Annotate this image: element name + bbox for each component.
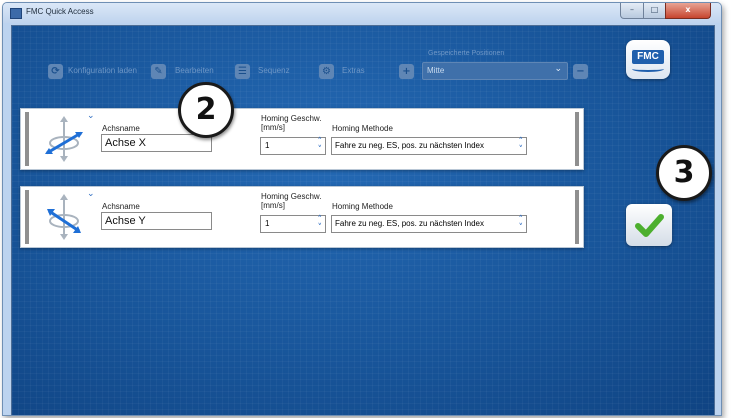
homing-method-label: Homing Methode [332, 124, 393, 133]
axis-chevron-down-icon[interactable]: ⌄ [87, 189, 95, 199]
main-panel: ⟳ Konfiguration laden ✎ Bearbeiten ☰ Seq… [11, 25, 715, 415]
expand-chevron-icon[interactable]: › [12, 131, 13, 144]
minimize-button[interactable]: – [620, 3, 644, 19]
axis-name-label: Achsname [102, 124, 140, 133]
updown-icon[interactable]: ˄ ˅ [519, 216, 524, 233]
maximize-button[interactable]: □ [643, 3, 666, 19]
axis-name-label: Achsname [102, 202, 140, 211]
homing-speed-value: 1 [265, 141, 270, 150]
expand-chevron-icon[interactable]: › [12, 209, 13, 222]
updown-icon[interactable]: ˄ ˅ [519, 138, 524, 155]
homing-speed-unit: [mm/s] [261, 201, 285, 210]
row-left-bar [25, 112, 29, 166]
pencil-icon[interactable]: ✎ [151, 64, 166, 79]
saved-positions-value: Mitte [427, 66, 445, 75]
homing-method-select[interactable]: Fahre zu neg. ES, pos. zu nächsten Index… [331, 137, 527, 155]
homing-speed-label: Homing Geschw. [261, 192, 322, 201]
toolbar: ⟳ Konfiguration laden ✎ Bearbeiten ☰ Seq… [12, 26, 612, 94]
window-title: FMC Quick Access [26, 7, 94, 16]
homing-method-value: Fahre zu neg. ES, pos. zu nächsten Index [335, 219, 484, 228]
app-window: FMC Quick Access – □ x ⟳ Konfiguration l… [2, 2, 722, 416]
refresh-icon[interactable]: ⟳ [48, 64, 63, 79]
homing-speed-stepper[interactable]: 1 ˄ ˅ [260, 215, 326, 233]
homing-method-label: Homing Methode [332, 202, 393, 211]
row-right-bar [575, 112, 579, 166]
updown-icon[interactable]: ˄ ˅ [318, 138, 323, 155]
edit-button[interactable]: Bearbeiten [175, 66, 214, 75]
row-left-bar [25, 190, 29, 244]
homing-method-value: Fahre zu neg. ES, pos. zu nächsten Index [335, 141, 484, 150]
homing-speed-stepper[interactable]: 1 ˄ ˅ [260, 137, 326, 155]
load-config-button[interactable]: Konfiguration laden [68, 66, 137, 75]
gear-icon[interactable]: ⚙ [319, 64, 334, 79]
homing-speed-label: Homing Geschw. [261, 114, 322, 123]
minus-icon[interactable]: − [573, 64, 588, 79]
saved-positions-label: Gespeicherte Positionen [428, 50, 505, 57]
homing-method-select[interactable]: Fahre zu neg. ES, pos. zu nächsten Index… [331, 215, 527, 233]
fmc-logo: FMC [626, 40, 670, 79]
row-right-bar [575, 190, 579, 244]
logo-swoosh [632, 66, 664, 72]
axis-x-icon[interactable] [39, 115, 89, 163]
saved-positions-select[interactable]: Mitte ⌄ [422, 62, 568, 80]
extras-button[interactable]: Extras [342, 66, 365, 75]
axis-y-icon[interactable] [39, 193, 89, 241]
axis-row-x: › ⌄ Achsname Achse X Homing Geschw. [mm/… [12, 108, 584, 170]
confirm-button[interactable] [626, 204, 672, 246]
plus-icon[interactable]: + [399, 64, 414, 79]
updown-icon[interactable]: ˄ ˅ [318, 216, 323, 233]
close-button[interactable]: x [665, 3, 711, 19]
sequence-button[interactable]: Sequenz [258, 66, 290, 75]
chevron-down-icon: ⌄ [554, 64, 562, 74]
homing-speed-unit: [mm/s] [261, 123, 285, 132]
axis-name-input[interactable]: Achse Y [101, 212, 212, 230]
app-icon [10, 8, 22, 19]
axis-row-y: › ⌄ Achsname Achse Y Homing Geschw. [mm/… [12, 186, 584, 248]
list-icon[interactable]: ☰ [235, 64, 250, 79]
title-bar: FMC Quick Access – □ x [3, 3, 721, 23]
callout-badge-3: 3 [656, 145, 712, 201]
axis-name-input[interactable]: Achse X [101, 134, 212, 152]
axis-chevron-down-icon[interactable]: ⌄ [87, 111, 95, 121]
callout-badge-2: 2 [178, 82, 234, 138]
logo-text: FMC [632, 50, 664, 64]
checkmark-icon [635, 214, 664, 237]
homing-speed-value: 1 [265, 219, 270, 228]
